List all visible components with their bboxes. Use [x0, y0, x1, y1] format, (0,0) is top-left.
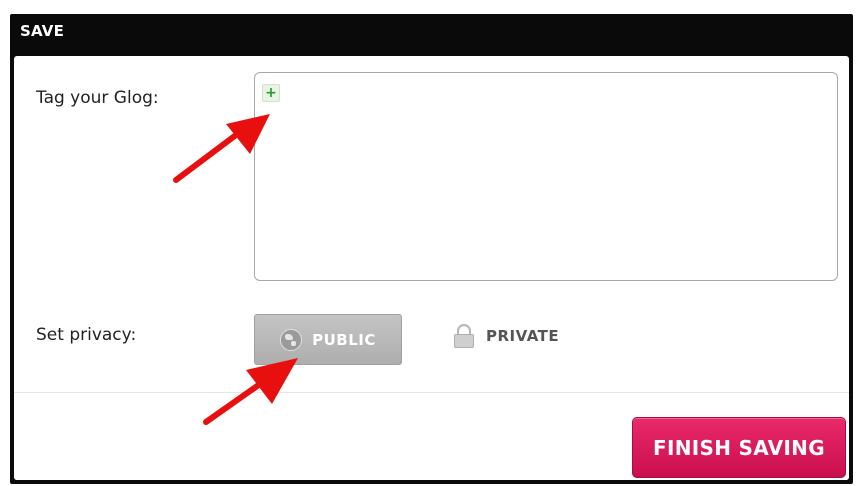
finish-saving-button[interactable]: FINISH SAVING — [632, 417, 846, 478]
globe-icon — [280, 328, 303, 351]
private-label: PRIVATE — [486, 327, 560, 345]
annotation-arrow-privacy — [203, 358, 298, 425]
privacy-private-option[interactable]: PRIVATE — [454, 324, 559, 348]
tag-label: Tag your Glog: — [36, 88, 159, 108]
dialog-title: SAVE — [20, 22, 65, 40]
save-dialog: SAVE Tag your Glog: + Set privacy: PUBLI… — [10, 14, 853, 484]
dialog-footer: FINISH SAVING — [14, 392, 849, 480]
annotation-arrow-tags — [173, 114, 270, 183]
tag-input-area[interactable]: + — [254, 72, 838, 281]
save-panel: Tag your Glog: + Set privacy: PUBLIC PRI… — [14, 56, 849, 480]
privacy-label: Set privacy: — [36, 325, 137, 345]
lock-icon — [454, 324, 474, 348]
add-tag-button[interactable]: + — [262, 84, 280, 102]
public-label: PUBLIC — [312, 330, 376, 349]
